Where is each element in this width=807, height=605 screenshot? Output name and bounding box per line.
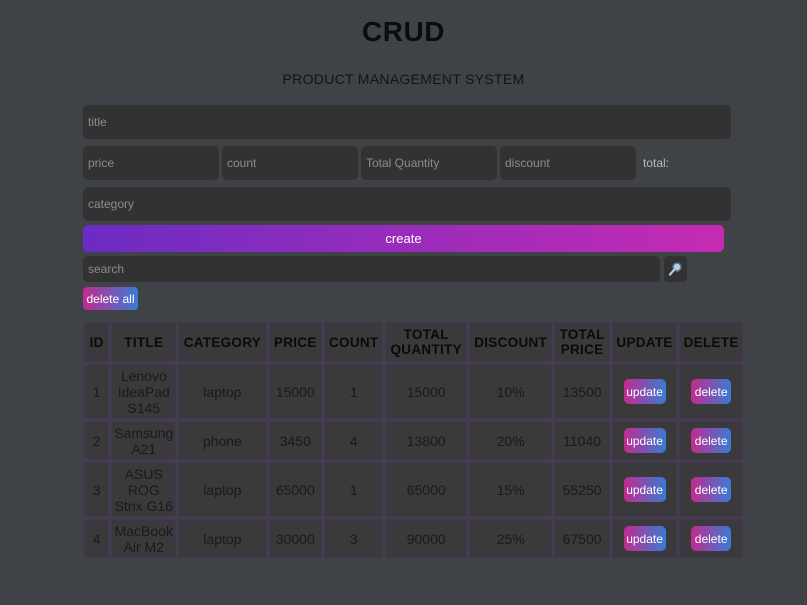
products-table: ID TITLE CATEGORY PRICE COUNT TOTAL QUAN… bbox=[82, 320, 745, 560]
cell-total-price: 13500 bbox=[554, 364, 610, 419]
crud-app: CRUD PRODUCT MANAGEMENT SYSTEM total: cr… bbox=[0, 0, 807, 605]
update-button[interactable]: update bbox=[623, 379, 666, 404]
cell-title: Lenovo IdeaPad S145 bbox=[111, 364, 177, 419]
cell-count: 1 bbox=[324, 462, 384, 517]
update-button[interactable]: update bbox=[623, 428, 666, 453]
create-button[interactable]: create bbox=[83, 225, 724, 252]
cell-price: 15000 bbox=[268, 364, 322, 419]
cell-total-price: 55250 bbox=[554, 462, 610, 517]
cell-id: 3 bbox=[84, 462, 110, 517]
magnifier-icon bbox=[668, 262, 682, 276]
header-count: COUNT bbox=[324, 322, 384, 362]
cell-delete: delete bbox=[679, 462, 743, 517]
header-update: UPDATE bbox=[611, 322, 678, 362]
cell-count: 4 bbox=[324, 421, 384, 460]
table-row: 3 ASUS ROG Strix G16 laptop 65000 1 6500… bbox=[84, 462, 743, 517]
total-label: total: bbox=[643, 156, 670, 170]
search-input[interactable] bbox=[83, 256, 660, 282]
cell-total-quantity: 90000 bbox=[385, 519, 467, 558]
cell-discount: 25% bbox=[468, 519, 553, 558]
table-row: 1 Lenovo IdeaPad S145 laptop 15000 1 150… bbox=[84, 364, 743, 419]
cell-discount: 15% bbox=[468, 462, 553, 517]
cell-delete: delete bbox=[679, 364, 743, 419]
delete-button[interactable]: delete bbox=[691, 526, 732, 551]
update-button[interactable]: update bbox=[623, 526, 666, 551]
header-price: PRICE bbox=[268, 322, 322, 362]
header-discount: DISCOUNT bbox=[468, 322, 553, 362]
cell-total-quantity: 15000 bbox=[385, 364, 467, 419]
cell-total-price: 11040 bbox=[554, 421, 610, 460]
total-quantity-input[interactable] bbox=[361, 146, 497, 180]
cell-category: laptop bbox=[178, 462, 267, 517]
cell-total-quantity: 65000 bbox=[385, 462, 467, 517]
delete-button[interactable]: delete bbox=[691, 428, 732, 453]
cell-category: laptop bbox=[178, 519, 267, 558]
cell-price: 65000 bbox=[268, 462, 322, 517]
update-button[interactable]: update bbox=[623, 477, 666, 502]
cell-count: 1 bbox=[324, 364, 384, 419]
cell-category: laptop bbox=[178, 364, 267, 419]
cell-price: 3450 bbox=[268, 421, 322, 460]
cell-title: ASUS ROG Strix G16 bbox=[111, 462, 177, 517]
category-input[interactable] bbox=[83, 187, 731, 221]
cell-update: update bbox=[611, 421, 678, 460]
count-input[interactable] bbox=[222, 146, 358, 180]
cell-update: update bbox=[611, 462, 678, 517]
cell-delete: delete bbox=[679, 519, 743, 558]
table-row: 4 MacBook Air M2 laptop 30000 3 90000 25… bbox=[84, 519, 743, 558]
cell-id: 2 bbox=[84, 421, 110, 460]
header-title: TITLE bbox=[111, 322, 177, 362]
cell-discount: 20% bbox=[468, 421, 553, 460]
cell-title: MacBook Air M2 bbox=[111, 519, 177, 558]
page-title: CRUD bbox=[362, 16, 445, 47]
cell-delete: delete bbox=[679, 421, 743, 460]
cell-total-quantity: 13800 bbox=[385, 421, 467, 460]
cell-update: update bbox=[611, 519, 678, 558]
header-total-price: TOTAL PRICE bbox=[554, 322, 610, 362]
discount-input[interactable] bbox=[500, 146, 636, 180]
header-category: CATEGORY bbox=[178, 322, 267, 362]
delete-all-button[interactable]: delete all bbox=[83, 287, 138, 310]
cell-count: 3 bbox=[324, 519, 384, 558]
cell-id: 4 bbox=[84, 519, 110, 558]
page-subtitle: PRODUCT MANAGEMENT SYSTEM bbox=[282, 71, 525, 87]
delete-button[interactable]: delete bbox=[691, 477, 732, 502]
header-id: ID bbox=[84, 322, 110, 362]
delete-button[interactable]: delete bbox=[691, 379, 732, 404]
table-row: 2 Samsung A21 phone 3450 4 13800 20% 110… bbox=[84, 421, 743, 460]
cell-update: update bbox=[611, 364, 678, 419]
cell-discount: 10% bbox=[468, 364, 553, 419]
table-header-row: ID TITLE CATEGORY PRICE COUNT TOTAL QUAN… bbox=[84, 322, 743, 362]
cell-price: 30000 bbox=[268, 519, 322, 558]
cell-id: 1 bbox=[84, 364, 110, 419]
cell-title: Samsung A21 bbox=[111, 421, 177, 460]
cell-category: phone bbox=[178, 421, 267, 460]
header-delete: DELETE bbox=[679, 322, 743, 362]
header-total-quantity: TOTAL QUANTITY bbox=[385, 322, 467, 362]
price-input[interactable] bbox=[83, 146, 219, 180]
cell-total-price: 67500 bbox=[554, 519, 610, 558]
search-button[interactable] bbox=[664, 256, 687, 282]
title-input[interactable] bbox=[83, 105, 731, 139]
